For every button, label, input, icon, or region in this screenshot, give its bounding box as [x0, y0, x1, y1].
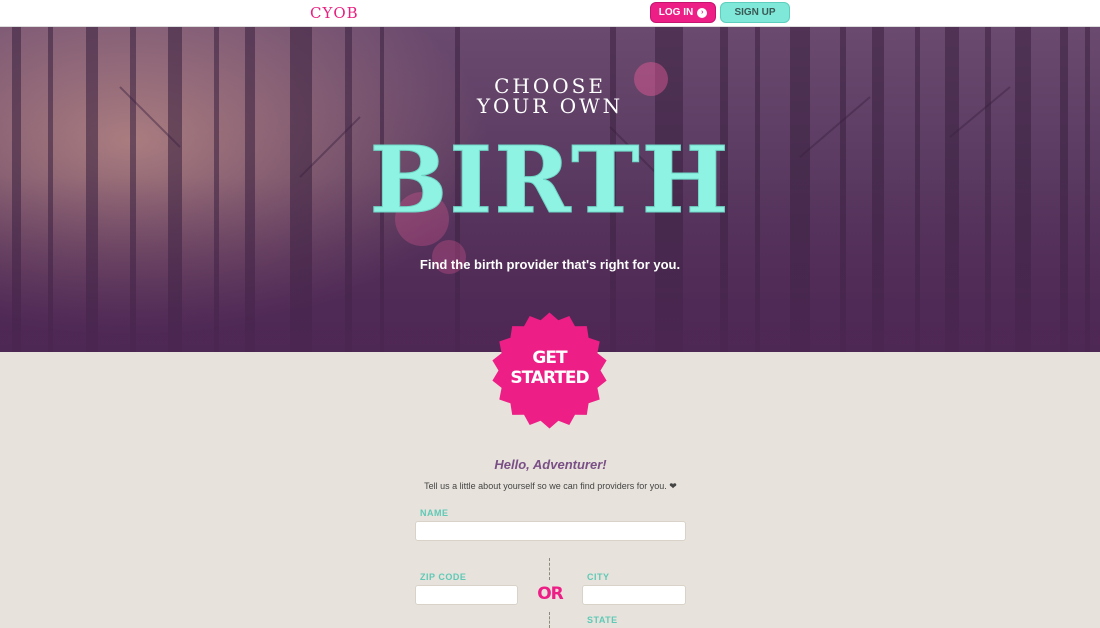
- hero-banner: CHOOSE YOUR OWN BIRTH Find the birth pro…: [0, 27, 1100, 352]
- get-started-label: GET STARTED: [491, 348, 608, 388]
- arrow-right-icon: ›: [697, 7, 708, 18]
- get-started-line2: STARTED: [510, 368, 589, 388]
- zip-code-input[interactable]: [415, 585, 518, 605]
- get-started-button[interactable]: GET STARTED: [491, 312, 608, 429]
- site-logo[interactable]: CYOB: [310, 4, 359, 22]
- login-button[interactable]: LOG IN ›: [650, 2, 716, 23]
- or-divider-bottom: [549, 612, 550, 628]
- hero-tagline-line2: YOUR OWN: [476, 94, 624, 118]
- hero-subtitle: Find the birth provider that's right for…: [419, 257, 681, 272]
- or-separator: OR: [537, 584, 564, 604]
- signup-button[interactable]: SIGN UP: [720, 2, 790, 23]
- get-started-line1: GET: [532, 348, 567, 368]
- or-divider-top: [549, 558, 550, 580]
- zip-code-label: ZIP CODE: [420, 572, 467, 582]
- city-input[interactable]: [582, 585, 686, 605]
- state-label: STATE: [587, 615, 618, 625]
- signup-button-label: SIGN UP: [734, 7, 776, 18]
- form-description: Tell us a little about yourself so we ca…: [424, 481, 677, 491]
- login-button-label: LOG IN: [658, 7, 694, 18]
- name-input[interactable]: [415, 521, 686, 541]
- name-label: NAME: [420, 508, 449, 518]
- hero-headline: BIRTH: [369, 126, 731, 234]
- city-label: CITY: [587, 572, 610, 582]
- top-navigation-bar: CYOB LOG IN › SIGN UP: [0, 0, 1100, 27]
- form-greeting-title: Hello, Adventurer!: [494, 457, 607, 472]
